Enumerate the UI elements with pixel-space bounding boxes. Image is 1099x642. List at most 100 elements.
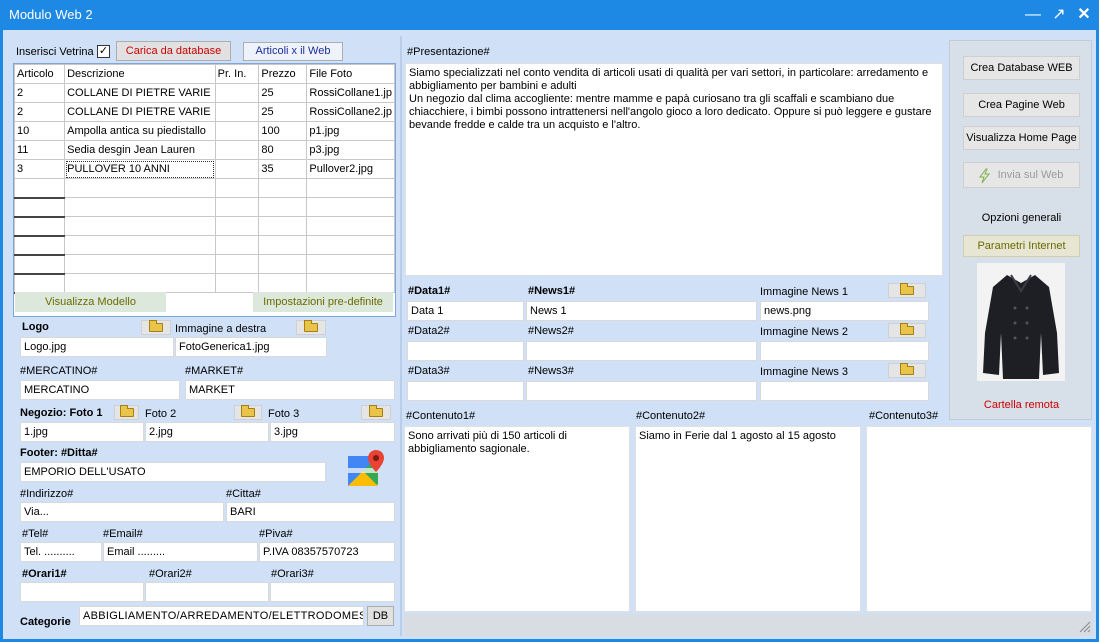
grid-cell[interactable]	[306, 216, 395, 236]
foto1-field[interactable]: 1.jpg	[20, 422, 144, 442]
table-row[interactable]	[13, 273, 395, 294]
foto2-folder-icon[interactable]	[234, 405, 262, 420]
news2-folder-icon[interactable]	[888, 323, 926, 338]
grid-cell[interactable]: 2	[13, 102, 66, 122]
categorie-field[interactable]: ABBIGLIAMENTO/ARREDAMENTO/ELETTRODOMESTI	[79, 606, 364, 626]
logo-folder-icon[interactable]	[141, 320, 171, 335]
foto3-field[interactable]: 3.jpg	[270, 422, 395, 442]
grid-cell[interactable]	[214, 235, 260, 255]
citta-field[interactable]: BARI	[226, 502, 395, 522]
market-field[interactable]: MARKET	[185, 380, 395, 400]
table-row[interactable]: 3 PULLOVER 10 ANNI 35 Pullover2.jpg	[13, 159, 395, 179]
crea-database-web-button[interactable]: Crea Database WEB	[963, 56, 1080, 80]
carica-database-button[interactable]: Carica da database	[116, 41, 231, 61]
grid-cell[interactable]	[13, 216, 66, 237]
grid-cell[interactable]	[64, 178, 216, 198]
logo-field[interactable]: Logo.jpg	[20, 337, 174, 357]
immagine-news3-field[interactable]	[760, 381, 929, 401]
news1-folder-icon[interactable]	[888, 283, 926, 298]
invia-sul-web-button[interactable]: Invia sul Web	[963, 162, 1080, 188]
grid-cell[interactable]	[214, 273, 260, 293]
grid-cell[interactable]	[214, 140, 260, 160]
db-button[interactable]: DB	[367, 606, 394, 626]
grid-cell[interactable]	[214, 197, 260, 217]
orari1-field[interactable]	[20, 582, 144, 602]
grid-cell[interactable]: 80	[258, 140, 308, 160]
grid-cell[interactable]: 25	[258, 102, 308, 122]
grid-cell[interactable]	[258, 235, 308, 255]
table-row[interactable]: 10 Ampolla antica su piedistallo 100 p1.jpg	[13, 121, 395, 141]
google-maps-icon[interactable]	[346, 448, 386, 488]
grid-cell[interactable]	[306, 235, 395, 255]
grid-cell[interactable]	[214, 178, 260, 198]
articoli-web-button[interactable]: Articoli x il Web	[243, 42, 343, 61]
grid-cell[interactable]: 11	[13, 140, 66, 160]
data2-field[interactable]	[407, 341, 524, 361]
contenuto2-textarea[interactable]: Siamo in Ferie dal 1 agosto al 15 agosto	[635, 426, 861, 612]
grid-cell[interactable]: RossiCollane2.jp	[306, 102, 395, 122]
grid-cell[interactable]: COLLANE DI PIETRE VARIE	[64, 102, 216, 122]
foto1-folder-icon[interactable]	[114, 405, 139, 420]
contenuto3-textarea[interactable]	[866, 426, 1092, 612]
piva-field[interactable]: P.IVA 08357570723	[259, 542, 395, 562]
parametri-internet-button[interactable]: Parametri Internet	[963, 235, 1080, 257]
close-icon[interactable]: ✕	[1073, 4, 1095, 26]
grid-cell[interactable]: 35	[258, 159, 308, 179]
news2-field[interactable]	[526, 341, 757, 361]
foto3-folder-icon[interactable]	[361, 405, 391, 420]
immagine-destra-field[interactable]: FotoGenerica1.jpg	[175, 337, 327, 357]
news1-field[interactable]: News 1	[526, 301, 757, 321]
grid-cell[interactable]	[306, 254, 395, 274]
table-row[interactable]	[13, 235, 395, 256]
grid-cell[interactable]	[306, 178, 395, 198]
vetrina-checkbox[interactable]: ✓	[97, 45, 110, 58]
indirizzo-field[interactable]: Via...	[20, 502, 224, 522]
resize-grip-icon[interactable]	[1077, 619, 1091, 633]
tel-field[interactable]: Tel. ..........	[20, 542, 102, 562]
grid-cell[interactable]	[258, 178, 308, 198]
grid-cell[interactable]	[258, 197, 308, 217]
grid-header-3[interactable]: Prezzo	[258, 64, 308, 84]
table-row[interactable]: 2 COLLANE DI PIETRE VARIE 25 RossiCollane1.…	[13, 83, 395, 103]
grid-header-1[interactable]: Descrizione	[64, 64, 216, 84]
immagine-news1-field[interactable]: news.png	[760, 301, 929, 321]
grid-cell[interactable]	[13, 235, 66, 256]
grid-cell[interactable]: Ampolla antica su piedistallo	[64, 121, 216, 141]
grid-cell[interactable]: 25	[258, 83, 308, 103]
visualizza-home-page-button[interactable]: Visualizza Home Page	[963, 126, 1080, 150]
orari3-field[interactable]	[270, 582, 395, 602]
data1-field[interactable]: Data 1	[407, 301, 524, 321]
grid-cell[interactable]	[306, 197, 395, 217]
grid-cell[interactable]	[258, 273, 308, 293]
table-row[interactable]	[13, 197, 395, 218]
grid-cell[interactable]	[214, 83, 260, 103]
grid-cell[interactable]	[13, 197, 66, 218]
maximize-icon[interactable]: ↗	[1048, 4, 1070, 26]
grid-cell[interactable]: 10	[13, 121, 66, 141]
grid-cell[interactable]	[64, 254, 216, 274]
grid-cell[interactable]: RossiCollane1.jp	[306, 83, 395, 103]
grid-header-0[interactable]: Articolo	[13, 64, 66, 84]
grid-cell[interactable]	[214, 254, 260, 274]
news3-folder-icon[interactable]	[888, 363, 926, 378]
grid-cell[interactable]	[13, 273, 66, 294]
table-row[interactable]: 11 Sedia desgin Jean Lauren 80 p3.jpg	[13, 140, 395, 160]
grid-cell[interactable]: Sedia desgin Jean Lauren	[64, 140, 216, 160]
mercatino-field[interactable]: MERCATINO	[20, 380, 180, 400]
grid-cell[interactable]: 100	[258, 121, 308, 141]
data3-field[interactable]	[407, 381, 524, 401]
grid-cell[interactable]	[214, 216, 260, 236]
news3-field[interactable]	[526, 381, 757, 401]
grid-cell[interactable]: Pullover2.jpg	[306, 159, 395, 179]
presentazione-textarea[interactable]: Siamo specializzati nel conto vendita di…	[405, 63, 943, 276]
grid-cell[interactable]: 3	[13, 159, 66, 179]
cartella-remota-link[interactable]: Cartella remota	[950, 399, 1093, 411]
grid-cell[interactable]	[64, 273, 216, 293]
grid-cell[interactable]	[214, 159, 260, 179]
articoli-grid[interactable]: Articolo Descrizione Pr. In. Prezzo File Fot…	[13, 63, 396, 317]
contenuto1-textarea[interactable]: Sono arrivati più di 150 articoli di abb…	[404, 426, 630, 612]
grid-cell[interactable]	[64, 216, 216, 236]
grid-cell[interactable]: PULLOVER 10 ANNI	[64, 159, 216, 179]
grid-cell[interactable]: p1.jpg	[306, 121, 395, 141]
grid-header-4[interactable]: File Foto	[306, 64, 395, 84]
